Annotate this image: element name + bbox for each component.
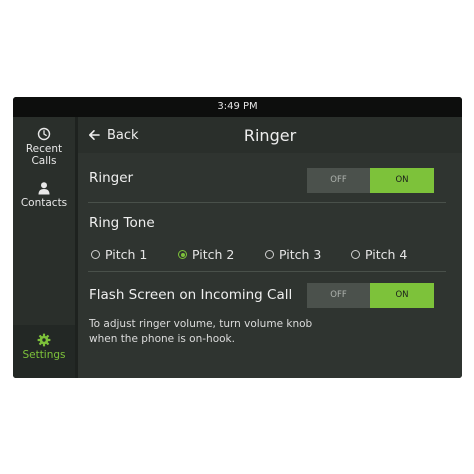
radio-unselected-icon (265, 250, 274, 259)
ring-tone-pitch-1[interactable]: Pitch 1 (91, 247, 147, 262)
ringer-label: Ringer (89, 170, 134, 186)
flash-screen-toggle-on[interactable]: ON (370, 283, 434, 308)
radio-label: Pitch 1 (105, 247, 148, 262)
flash-screen-label: Flash Screen on Incoming Call (89, 287, 293, 303)
ringer-toggle[interactable]: OFF ON (307, 168, 434, 193)
ring-tone-label: Ring Tone (89, 215, 155, 231)
sidebar: Recent Calls Contacts Settings (13, 117, 75, 378)
radio-selected-icon (178, 250, 187, 259)
ring-tone-pitch-4[interactable]: Pitch 4 (351, 247, 407, 262)
sidebar-item-label: Settings (22, 349, 66, 361)
ringer-settings-panel: Back Ringer Ringer OFF ON Ring Tone Pitc… (78, 117, 462, 378)
status-bar: 3:49 PM (13, 97, 462, 117)
phone-screen: 3:49 PM Recent Calls Contacts Settings B… (13, 97, 462, 378)
sidebar-item-recent-calls[interactable]: Recent Calls (13, 127, 75, 167)
flash-screen-toggle-off[interactable]: OFF (307, 283, 370, 308)
sidebar-item-label: Contacts (20, 197, 68, 209)
page-title: Ringer (243, 126, 297, 145)
radio-label: Pitch 3 (279, 247, 322, 262)
divider (88, 202, 446, 203)
person-icon (38, 182, 50, 195)
ringer-toggle-on[interactable]: ON (370, 168, 434, 193)
status-time: 3:49 PM (217, 101, 258, 112)
divider (88, 271, 446, 272)
radio-unselected-icon (351, 250, 360, 259)
sidebar-item-settings[interactable]: Settings (13, 325, 75, 378)
ringer-toggle-off[interactable]: OFF (307, 168, 370, 193)
ring-tone-pitch-3[interactable]: Pitch 3 (265, 247, 321, 262)
sidebar-item-contacts[interactable]: Contacts (13, 181, 75, 209)
clock-icon (37, 127, 51, 141)
ring-tone-pitch-2[interactable]: Pitch 2 (178, 247, 234, 262)
radio-label: Pitch 4 (365, 247, 408, 262)
sidebar-item-label: Recent Calls (25, 143, 63, 167)
page-header: Back Ringer (78, 117, 462, 153)
ringer-volume-hint: To adjust ringer volume, turn volume kno… (89, 318, 313, 345)
flash-screen-toggle[interactable]: OFF ON (307, 283, 434, 308)
gear-icon (37, 333, 51, 347)
radio-unselected-icon (91, 250, 100, 259)
radio-label: Pitch 2 (192, 247, 235, 262)
